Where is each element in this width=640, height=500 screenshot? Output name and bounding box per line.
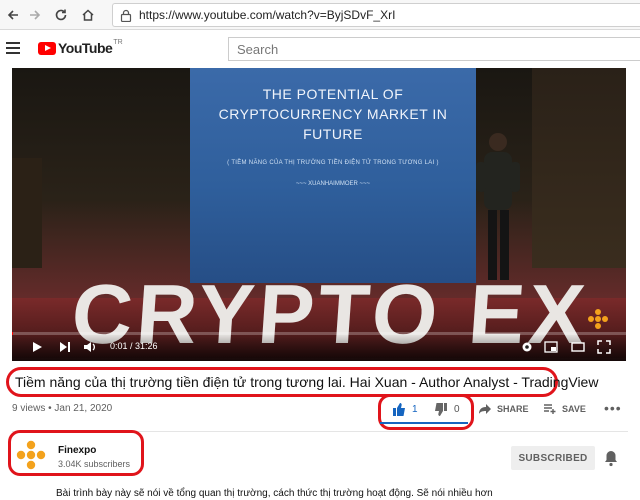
slide-title-line-1: THE POTENTIAL OF [262, 86, 404, 102]
url-text: https://www.youtube.com/watch?v=ByjSDvF_… [139, 8, 396, 22]
channel-avatar[interactable] [14, 438, 48, 472]
miniplayer-icon[interactable] [544, 340, 558, 354]
video-title: Tiềm năng của thị trường tiền điện tử tr… [15, 374, 599, 390]
logo-country-code: TR [113, 38, 123, 46]
player-controls: 0:01 / 31:26 [12, 334, 626, 361]
share-label: SHARE [497, 404, 529, 414]
like-count: 1 [412, 404, 418, 415]
side-wall-right [532, 68, 626, 268]
time-display: 0:01 / 31:26 [110, 341, 158, 351]
subscribed-button[interactable]: SUBSCRIBED [511, 446, 595, 470]
dislike-button[interactable]: 0 [434, 403, 460, 416]
logo-text: YouTube [58, 40, 113, 56]
next-icon[interactable] [58, 340, 72, 354]
like-ratio-bar [380, 422, 468, 424]
youtube-logo[interactable]: YouTube TR [38, 38, 123, 56]
menu-icon[interactable] [6, 42, 20, 54]
share-button[interactable]: SHARE [478, 403, 529, 415]
presentation-screen: THE POTENTIAL OF CRYPTOCURRENCY MARKET I… [190, 68, 476, 283]
side-wall [12, 158, 42, 268]
thumbs-down-icon [435, 403, 447, 416]
theater-mode-icon[interactable] [571, 340, 585, 354]
settings-gear-icon[interactable] [520, 340, 534, 354]
youtube-play-logo-icon [38, 41, 56, 55]
youtube-header: YouTube TR Search [0, 31, 640, 67]
fullscreen-icon[interactable] [597, 340, 611, 354]
address-bar[interactable]: https://www.youtube.com/watch?v=ByjSDvF_… [112, 3, 640, 27]
home-icon[interactable] [77, 4, 99, 26]
search-input[interactable]: Search [228, 37, 640, 61]
video-player[interactable]: THE POTENTIAL OF CRYPTOCURRENCY MARKET I… [12, 68, 626, 361]
browser-toolbar: https://www.youtube.com/watch?v=ByjSDvF_… [0, 0, 640, 30]
volume-icon[interactable] [83, 340, 97, 354]
dislike-count: 0 [454, 404, 460, 415]
video-meta: 9 views • Jan 21, 2020 [12, 403, 113, 414]
more-options-icon[interactable]: ••• [604, 400, 622, 416]
lock-icon [120, 9, 132, 22]
thumbs-up-icon [393, 403, 405, 416]
play-icon[interactable] [30, 340, 44, 354]
save-label: SAVE [562, 404, 586, 414]
like-button[interactable]: 1 [392, 403, 418, 416]
video-description: Bài trình bày này sẽ nói về tổng quan th… [56, 488, 493, 499]
reload-icon[interactable] [50, 4, 72, 26]
playlist-add-icon [544, 404, 556, 414]
notification-bell-icon[interactable] [603, 449, 619, 467]
slide-subtitle: ( TIỀM NĂNG CỦA THỊ TRƯỜNG TIỀN ĐIỆN TỬ … [227, 160, 439, 166]
slide-title-line-2: CRYPTOCURRENCY MARKET IN [218, 106, 448, 122]
title-highlight-outline: Tiềm năng của thị trường tiền điện tử tr… [6, 367, 598, 397]
forward-arrow-icon[interactable] [24, 4, 46, 26]
slide-title-line-3: FUTURE [303, 126, 363, 142]
channel-watermark-logo[interactable] [587, 308, 609, 330]
subscriber-count: 3.04K subscribers [58, 459, 131, 469]
share-arrow-icon [479, 404, 491, 414]
save-button[interactable]: SAVE [543, 403, 586, 415]
channel-name[interactable]: Finexpo [58, 445, 96, 456]
search-placeholder: Search [237, 42, 279, 57]
back-arrow-icon[interactable] [2, 4, 24, 26]
slide-author: ~~~ XUANHAIMMOER ~~~ [295, 181, 371, 187]
